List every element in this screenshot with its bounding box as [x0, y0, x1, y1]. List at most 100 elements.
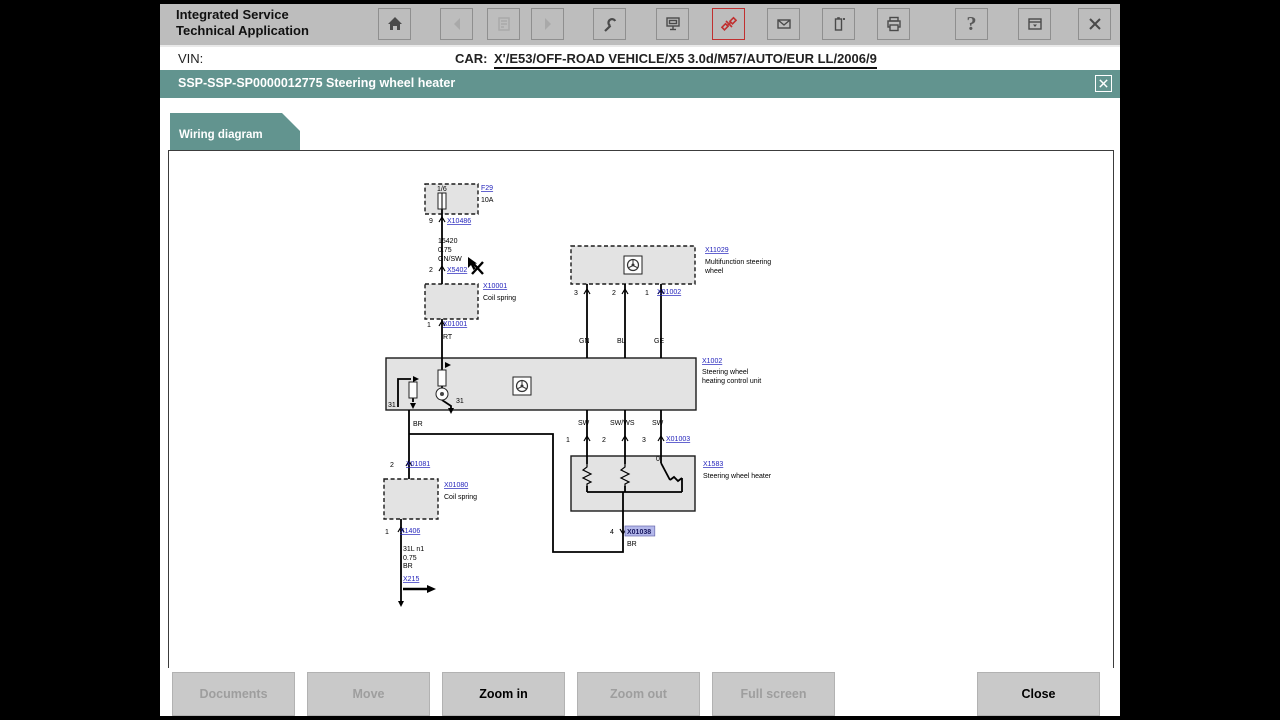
wiring-diagram-area[interactable]: 1/6F2910A9X10486154200.75GN/SW2X5402X100… [168, 150, 1114, 669]
home-icon [387, 16, 403, 32]
sw-symbol [624, 256, 642, 274]
back-button [440, 8, 473, 40]
app-title-line2: Technical Application [176, 23, 309, 39]
vehicle-info-row: VIN: CAR: X'/E53/OFF-ROAD VEHICLE/X5 3.0… [160, 47, 1120, 70]
diagram-text: 3 [642, 437, 646, 444]
home-button[interactable] [378, 8, 411, 40]
messages-button[interactable] [767, 8, 800, 40]
diagram-link[interactable]: X01001 [443, 321, 467, 328]
diagram-link[interactable]: X10001 [483, 283, 507, 290]
diagram-link[interactable]: X01080 [444, 482, 468, 489]
diagram-text: GE [654, 338, 664, 345]
close-button[interactable]: Close [977, 672, 1100, 716]
diagram-text: BR [627, 541, 637, 548]
print-button[interactable] [877, 8, 910, 40]
close-app-button[interactable] [1078, 8, 1111, 40]
diagram-text: Coil spring [483, 295, 516, 302]
diagram-text: Multifunction steering [705, 259, 771, 266]
diagram-link[interactable]: X01081 [406, 461, 430, 468]
forward-arrow-icon [540, 16, 556, 32]
main-toolbar: Integrated Service Technical Application [160, 4, 1120, 47]
diagram-text: 1 [645, 290, 649, 297]
zoom-in-button[interactable]: Zoom in [442, 672, 565, 716]
coil-spring-box-upper [425, 284, 478, 319]
diagram-link[interactable]: X01002 [657, 289, 681, 296]
back-arrow-icon [449, 16, 465, 32]
diagram-text: SW [578, 420, 590, 427]
arrow-d-symbol [448, 408, 454, 414]
sw-symbol [513, 377, 531, 395]
diagram-text: 2 [602, 437, 606, 444]
diagram-text: heating control unit [702, 378, 761, 385]
diagram-text: BR [403, 563, 413, 570]
cursor-symbol [468, 257, 483, 274]
gnd-symbol [403, 585, 436, 593]
tab-row: Wiring diagram [160, 98, 1120, 150]
close-icon [1098, 78, 1109, 89]
workshop-devices-button[interactable] [656, 8, 689, 40]
tab-wiring-diagram[interactable]: Wiring diagram [170, 113, 300, 151]
diagram-link[interactable]: X01003 [666, 436, 690, 443]
diagram-text: 2 [390, 462, 394, 469]
diagram-link[interactable]: X1002 [702, 358, 722, 365]
diagram-text: GN [579, 338, 590, 345]
coil-spring-box-lower [384, 479, 438, 519]
move-button: Move [307, 672, 430, 716]
connection-broken-button[interactable] [712, 8, 745, 40]
diagram-text: Steering wheel heater [703, 473, 772, 480]
diagram-link[interactable]: F29 [481, 185, 493, 192]
operations-icon [496, 16, 512, 32]
diagram-text: SW/WS [610, 420, 635, 427]
steering-wheel-heater-box [571, 456, 695, 511]
diagram-text: 0.75 [438, 247, 452, 254]
document-close-button[interactable] [1095, 75, 1112, 92]
diagram-link[interactable]: X1406 [400, 528, 420, 535]
diagram-text: 15420 [438, 238, 458, 245]
diagram-text: 2 [612, 290, 616, 297]
question-mark-icon: ? [967, 13, 977, 36]
diagram-text: Coil spring [444, 494, 477, 501]
diagram-text: BR [413, 421, 423, 428]
res-symbol [438, 370, 446, 386]
diagram-text: BL [617, 338, 626, 345]
diagram-link[interactable]: X215 [403, 576, 419, 583]
wrench-icon [602, 16, 618, 32]
printer-icon [886, 16, 902, 32]
app-window: Integrated Service Technical Application [160, 4, 1120, 716]
battery-button[interactable] [822, 8, 855, 40]
broken-connection-icon [721, 16, 737, 32]
document-title: SSP-SSP-SP0000012775 Steering wheel heat… [178, 76, 455, 90]
diagram-link[interactable]: X1583 [703, 461, 723, 468]
diagram-link[interactable]: X10486 [447, 218, 471, 225]
close-icon [1087, 16, 1103, 32]
app-title-line1: Integrated Service [176, 7, 309, 23]
diagram-text: Steering wheel [702, 369, 749, 376]
monitor-device-icon [665, 16, 681, 32]
zoom-out-button: Zoom out [577, 672, 700, 716]
diagram-link[interactable]: X01038 [627, 529, 651, 536]
service-button[interactable] [593, 8, 626, 40]
diagram-text: 10A [481, 197, 494, 204]
diagram-text: 1 [566, 437, 570, 444]
fuse-symbol [438, 193, 446, 209]
panel-collapse-icon [1027, 16, 1043, 32]
documents-button: Documents [172, 672, 295, 716]
fuse-box [425, 184, 478, 214]
help-button[interactable]: ? [955, 8, 988, 40]
diagram-text: 31 [388, 402, 396, 409]
diagram-link[interactable]: X5402 [447, 267, 467, 274]
minimize-panel-button[interactable] [1018, 8, 1051, 40]
diagram-link[interactable]: X11029 [705, 247, 729, 254]
diagram-text: 31L n1 [403, 546, 424, 553]
diagram-text: 0 [656, 456, 660, 463]
car-label: CAR: [455, 51, 488, 66]
wiring-diagram-canvas[interactable]: 1/6F2910A9X10486154200.75GN/SW2X5402X100… [169, 151, 1113, 668]
arrow-d-symbol [398, 601, 404, 607]
control-unit-box [386, 358, 696, 410]
diagram-text: wheel [704, 268, 724, 275]
app-title: Integrated Service Technical Application [176, 7, 309, 40]
diagram-text: RT [443, 334, 453, 341]
vin-label: VIN: [178, 51, 203, 66]
diagram-text: 0.75 [403, 555, 417, 562]
diagram-text: 9 [429, 218, 433, 225]
